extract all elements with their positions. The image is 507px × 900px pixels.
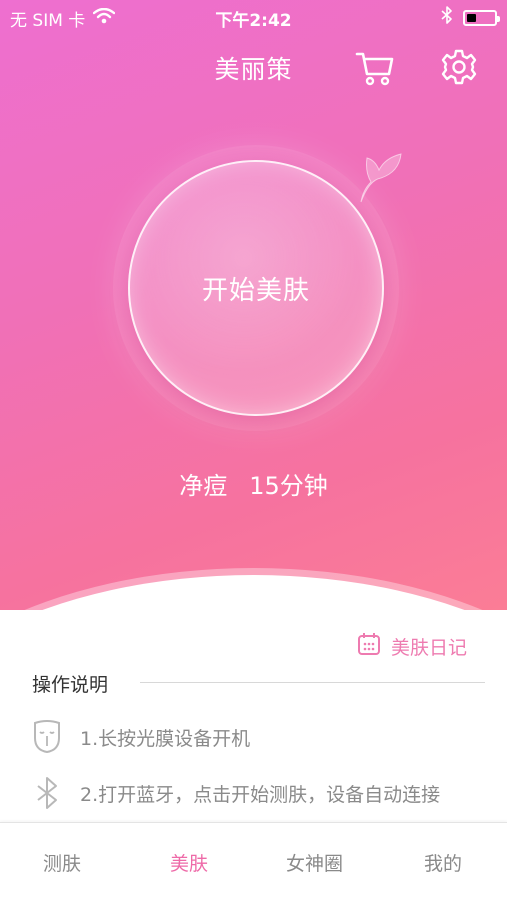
mode-label: 净痘 — [179, 472, 228, 500]
tab-goddess-circle[interactable]: 女神圈 — [286, 849, 343, 876]
shopping-cart-icon — [355, 52, 394, 86]
status-right — [441, 6, 500, 29]
app-title: 美丽策 — [214, 55, 293, 84]
battery-tip — [497, 15, 500, 22]
cart-button[interactable] — [354, 46, 396, 88]
status-bar: 无 SIM 卡 下午2:42 — [0, 0, 507, 34]
tab-bar: 测肤 美肤 女神圈 我的 — [0, 822, 507, 900]
diary-link-label: 美肤日记 — [390, 637, 467, 659]
section-divider — [140, 682, 485, 683]
instruction-step: 1.长按光膜设备开机 — [32, 720, 250, 754]
duration-label: 15分钟 — [249, 472, 328, 500]
calendar-icon — [357, 632, 381, 661]
start-button-label: 开始美肤 — [201, 275, 310, 306]
tab-skin-test[interactable]: 测肤 — [43, 849, 81, 876]
settings-button[interactable] — [440, 48, 478, 86]
instructions-title: 操作说明 — [32, 674, 109, 696]
butterfly-icon — [355, 150, 407, 220]
bluetooth-icon — [32, 776, 62, 810]
step-text: 2.打开蓝牙，点击开始测肤，设备自动连接 — [80, 783, 441, 806]
beauty-diary-link[interactable]: 美肤日记 — [357, 632, 467, 661]
step-text: 1.长按光膜设备开机 — [80, 727, 251, 750]
status-time: 下午2:42 — [215, 11, 292, 31]
face-mask-icon — [32, 720, 62, 754]
gear-icon — [441, 49, 477, 85]
battery-fill — [467, 13, 476, 22]
bluetooth-status-icon — [441, 6, 453, 29]
mode-line: 净痘 15分钟 — [0, 466, 507, 501]
battery-icon — [463, 9, 500, 26]
instruction-step: 2.打开蓝牙，点击开始测肤，设备自动连接 — [32, 776, 440, 810]
tab-mine[interactable]: 我的 — [424, 849, 462, 876]
tab-beauty[interactable]: 美肤 — [170, 849, 208, 876]
start-beauty-button[interactable]: 开始美肤 — [128, 160, 384, 416]
